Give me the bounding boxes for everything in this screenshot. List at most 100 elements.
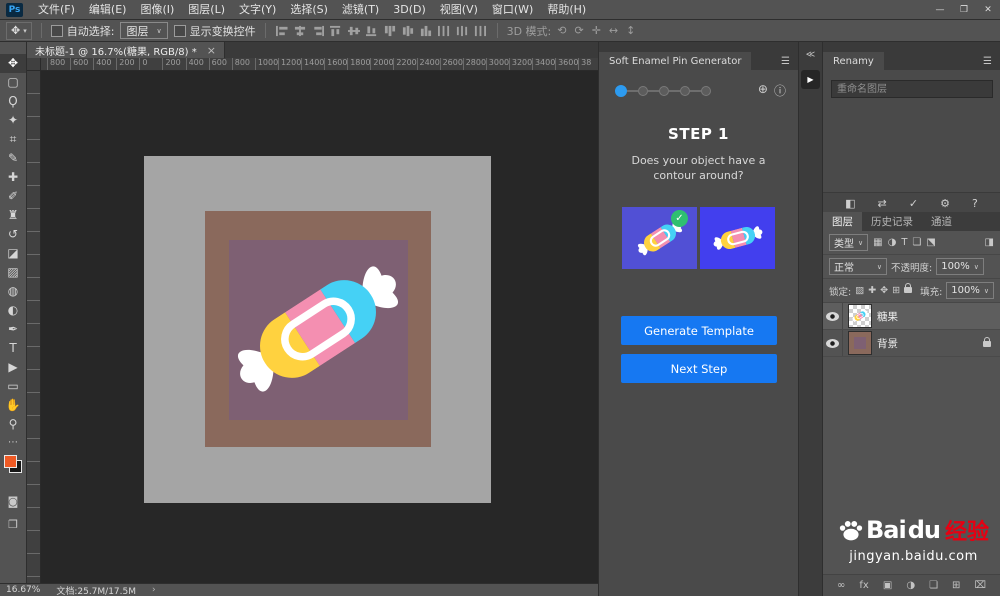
filter-type-icon[interactable]: T [900, 237, 908, 248]
clone-stamp-tool[interactable]: ♜ [0, 206, 26, 225]
lock-position-icon[interactable]: ✥ [880, 285, 888, 296]
screen-mode-icon[interactable]: ❐ [8, 518, 18, 531]
lock-transparent-icon[interactable]: ▨ [855, 285, 864, 296]
zoom-tool[interactable]: ⚲ [0, 415, 26, 434]
selection-scope-icon[interactable]: ◧ [845, 197, 855, 210]
lasso-tool[interactable]: Ϙ [0, 92, 26, 111]
3d-orbit-icon[interactable]: ⟲ [557, 24, 566, 37]
menu-window[interactable]: 窗口(W) [485, 0, 540, 19]
menu-file[interactable]: 文件(F) [31, 0, 82, 19]
align-right-icon[interactable] [311, 24, 326, 37]
brush-tool[interactable]: ✐ [0, 187, 26, 206]
panel-menu-icon[interactable]: ☰ [781, 56, 798, 70]
dodge-tool[interactable]: ◐ [0, 301, 26, 320]
align-left-icon[interactable] [275, 24, 290, 37]
panel-menu-icon[interactable]: ☰ [983, 56, 1000, 70]
lock-artboard-icon[interactable]: ⊞ [892, 285, 900, 296]
menu-3d[interactable]: 3D(D) [386, 0, 433, 19]
eyedropper-tool[interactable]: ✎ [0, 149, 26, 168]
link-layers-icon[interactable]: ∞ [837, 580, 845, 591]
history-brush-tool[interactable]: ↺ [0, 225, 26, 244]
rename-input[interactable] [831, 80, 993, 98]
step-dot-1[interactable] [615, 84, 627, 97]
show-transform-checkbox[interactable]: 显示变换控件 [173, 23, 256, 39]
quick-mask-icon[interactable]: ◙ [8, 495, 19, 508]
next-step-button[interactable]: Next Step [621, 354, 777, 383]
foreground-color-swatch[interactable] [4, 455, 17, 468]
quick-selection-tool[interactable]: ✦ [0, 111, 26, 130]
option-with-contour[interactable]: ✓ [622, 207, 697, 269]
menu-filter[interactable]: 滤镜(T) [335, 0, 386, 19]
filter-shape-icon[interactable]: ❏ [911, 237, 922, 248]
edit-toolbar-icon[interactable]: ⋯ [8, 437, 18, 448]
filter-smart-object-icon[interactable]: ⬔ [925, 237, 936, 248]
move-tool[interactable]: ✥ [0, 54, 26, 73]
pen-tool[interactable]: ✒ [0, 320, 26, 339]
new-layer-icon[interactable]: ⊞ [952, 580, 960, 591]
confirm-icon[interactable]: ✓ [909, 197, 918, 210]
zoom-level-field[interactable]: 16.67% [6, 585, 40, 595]
step-dot-2[interactable] [638, 85, 648, 96]
crop-tool[interactable]: ⌗ [0, 130, 26, 149]
extension-dock-button[interactable]: ▶ [801, 70, 820, 89]
info-icon[interactable]: ⓘ [774, 82, 786, 99]
minimize-button[interactable]: — [928, 5, 952, 15]
path-selection-tool[interactable]: ▶ [0, 358, 26, 377]
align-vcenter-icon[interactable] [347, 24, 362, 37]
layer-effects-icon[interactable]: fx [859, 580, 868, 591]
filter-switch-icon[interactable]: ◨ [985, 237, 994, 248]
visibility-toggle[interactable] [823, 303, 843, 329]
align-bottom-icon[interactable] [365, 24, 380, 37]
fill-field[interactable]: 100% ∨ [946, 282, 995, 299]
3d-pan-icon[interactable]: ✛ [592, 24, 601, 37]
opacity-field[interactable]: 100% ∨ [936, 258, 984, 275]
filter-kind-dropdown[interactable]: 类型 ∨ [829, 234, 869, 251]
auto-select-target-dropdown[interactable]: 图层 ∨ [120, 22, 168, 39]
eraser-tool[interactable]: ◪ [0, 244, 26, 263]
distribute-bottom-icon[interactable] [419, 24, 434, 37]
document-tab[interactable]: 未标题-1 @ 16.7%(糖果, RGB/8) * × [27, 42, 225, 58]
help-icon[interactable]: ? [972, 197, 978, 210]
extension-panel-tab[interactable]: Soft Enamel Pin Generator [599, 52, 752, 70]
close-tab-icon[interactable]: × [207, 44, 216, 57]
color-swatches[interactable] [4, 455, 22, 473]
layers-tab-1[interactable]: 图层 [823, 212, 862, 231]
visibility-toggle[interactable] [823, 330, 843, 356]
swap-icon[interactable]: ⇄ [878, 197, 887, 210]
layer-mask-icon[interactable]: ▣ [883, 580, 892, 591]
close-button[interactable]: ✕ [976, 5, 1000, 15]
3d-scale-icon[interactable]: ↕ [626, 24, 635, 37]
tool-preset-picker[interactable]: ✥ ▾ [6, 21, 32, 40]
3d-roll-icon[interactable]: ⟳ [574, 24, 583, 37]
distribute-hcenter-icon[interactable] [455, 24, 470, 37]
3d-slide-icon[interactable]: ↔ [609, 24, 618, 37]
distribute-vcenter-icon[interactable] [401, 24, 416, 37]
layer-row[interactable]: 糖果 [823, 303, 1000, 330]
renamy-panel-tab[interactable]: Renamy [823, 52, 884, 70]
status-expand-icon[interactable]: › [152, 585, 156, 595]
filter-adjustment-icon[interactable]: ◑ [887, 237, 898, 248]
step-dot-3[interactable] [659, 85, 669, 96]
menu-view[interactable]: 视图(V) [433, 0, 485, 19]
lock-all-icon[interactable] [904, 283, 913, 296]
adjustment-layer-icon[interactable]: ◑ [906, 580, 915, 591]
document-viewport[interactable] [41, 71, 598, 583]
distribute-right-icon[interactable] [473, 24, 488, 37]
menu-edit[interactable]: 编辑(E) [82, 0, 134, 19]
layers-tab-2[interactable]: 历史记录 [862, 212, 922, 231]
align-top-icon[interactable] [329, 24, 344, 37]
step-dot-4[interactable] [680, 85, 690, 96]
rectangle-tool[interactable]: ▭ [0, 377, 26, 396]
menu-layer[interactable]: 图层(L) [181, 0, 232, 19]
filter-pixel-icon[interactable]: ▦ [872, 237, 883, 248]
healing-brush-tool[interactable]: ✚ [0, 168, 26, 187]
collapse-panels-icon[interactable]: ≪ [806, 50, 815, 60]
menu-image[interactable]: 图像(I) [133, 0, 181, 19]
option-without-contour[interactable] [700, 207, 775, 269]
step-dot-5[interactable] [701, 85, 711, 96]
distribute-left-icon[interactable] [437, 24, 452, 37]
gradient-tool[interactable]: ▨ [0, 263, 26, 282]
align-hcenter-icon[interactable] [293, 24, 308, 37]
blend-mode-dropdown[interactable]: 正常 ∨ [829, 258, 887, 275]
layers-tab-3[interactable]: 通道 [922, 212, 961, 231]
